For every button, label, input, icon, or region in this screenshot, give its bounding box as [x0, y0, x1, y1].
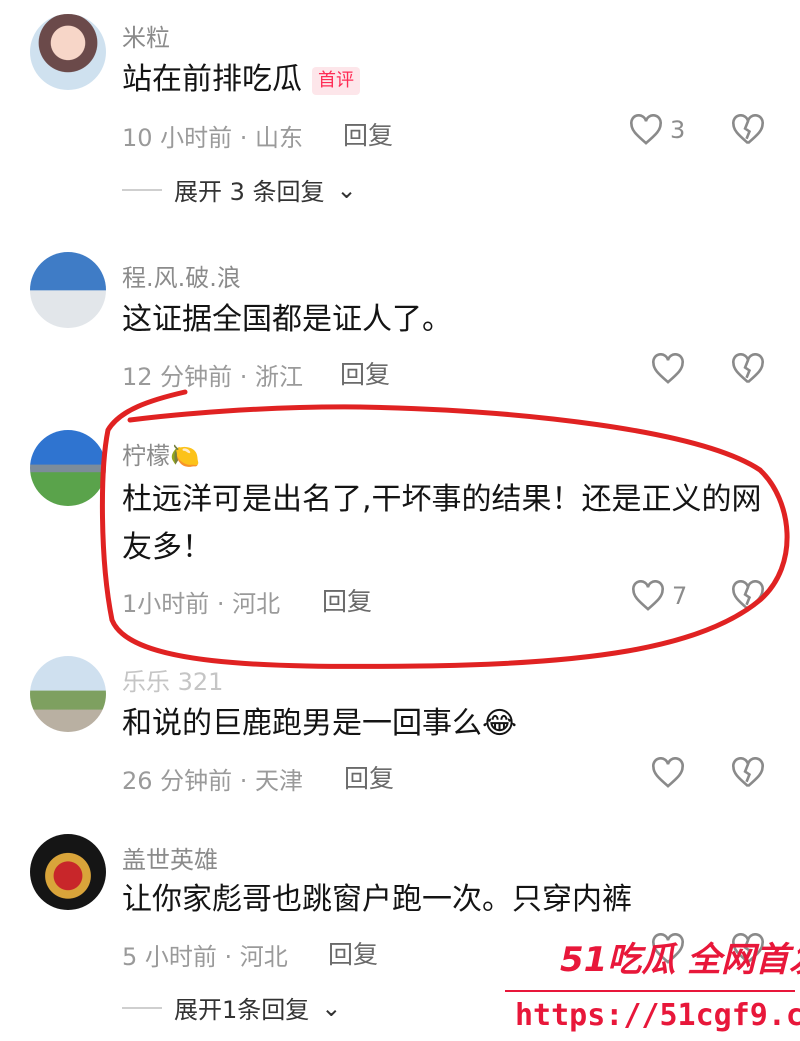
avatar[interactable] — [30, 252, 106, 328]
avatar[interactable] — [30, 14, 106, 90]
like-count: 3 — [670, 116, 686, 144]
expand-replies-button[interactable]: 展开 3 条回复 ⌄ — [122, 172, 357, 207]
broken-heart-icon — [732, 757, 764, 788]
divider — [122, 1006, 162, 1009]
watermark-divider — [505, 990, 795, 992]
dislike-button[interactable] — [730, 114, 766, 150]
first-comment-badge: 首评 — [312, 66, 360, 95]
comment-text: 杜远洋可是出名了,干坏事的结果！还是正义的网友多！ — [122, 482, 762, 565]
watermark-title: 51吃瓜 全网首发 — [560, 940, 800, 980]
expand-replies-label: 展开 3 条回复 — [174, 178, 325, 206]
comment-username[interactable]: 米粒 — [122, 18, 170, 53]
like-count: 7 — [672, 582, 688, 610]
reply-button[interactable]: 回复 — [344, 759, 394, 795]
dislike-button[interactable] — [730, 353, 766, 389]
comment-time-location: 5 小时前 · 河北 — [122, 943, 288, 971]
broken-heart-icon — [732, 353, 764, 384]
comment-time-location: 12 分钟前 · 浙江 — [122, 363, 304, 391]
comment-username[interactable]: 柠檬🍋 — [122, 436, 200, 471]
reply-button[interactable]: 回复 — [343, 116, 393, 152]
reply-button[interactable]: 回复 — [340, 355, 390, 391]
comment-time-location: 26 分钟前 · 天津 — [122, 767, 304, 795]
comment-time-location: 1小时前 · 河北 — [122, 590, 281, 618]
dislike-button[interactable] — [730, 580, 766, 616]
chevron-down-icon: ⌄ — [321, 993, 342, 1022]
reply-button[interactable]: 回复 — [328, 935, 378, 971]
like-button[interactable]: 7 — [630, 580, 687, 612]
comment-text: 让你家彪哥也跳窗户跑一次。只穿内裤 — [122, 882, 632, 917]
dislike-button[interactable] — [730, 757, 766, 793]
like-button[interactable]: 3 — [628, 114, 685, 146]
expand-replies-label: 展开1条回复 — [174, 996, 310, 1024]
expand-replies-button[interactable]: 展开1条回复 ⌄ — [122, 990, 341, 1025]
heart-icon — [652, 757, 684, 788]
comment-username[interactable]: 程.风.破.浪 — [122, 258, 241, 293]
comment-time-location: 10 小时前 · 山东 — [122, 124, 304, 152]
avatar[interactable] — [30, 834, 106, 910]
comment-text: 和说的巨鹿跑男是一回事么😂 — [122, 706, 518, 741]
heart-icon — [632, 580, 664, 611]
comment-text-body: 站在前排吃瓜 — [122, 62, 302, 97]
chevron-down-icon: ⌄ — [336, 175, 357, 204]
like-button[interactable] — [650, 757, 686, 789]
avatar[interactable] — [30, 656, 106, 732]
broken-heart-icon — [732, 580, 764, 611]
comment-username[interactable]: 盖世英雄 — [122, 840, 218, 875]
comment-username[interactable]: 乐乐 321 — [122, 662, 223, 697]
broken-heart-icon — [732, 114, 764, 145]
reply-button[interactable]: 回复 — [322, 582, 372, 618]
watermark-url: https://51cgf9.com — [515, 998, 800, 1033]
comment-text: 站在前排吃瓜 首评 — [122, 56, 782, 104]
heart-icon — [630, 114, 662, 145]
like-button[interactable] — [650, 353, 686, 385]
heart-icon — [652, 353, 684, 384]
comment-text: 这证据全国都是证人了。 — [122, 302, 452, 337]
avatar[interactable] — [30, 430, 106, 506]
divider — [122, 188, 162, 191]
